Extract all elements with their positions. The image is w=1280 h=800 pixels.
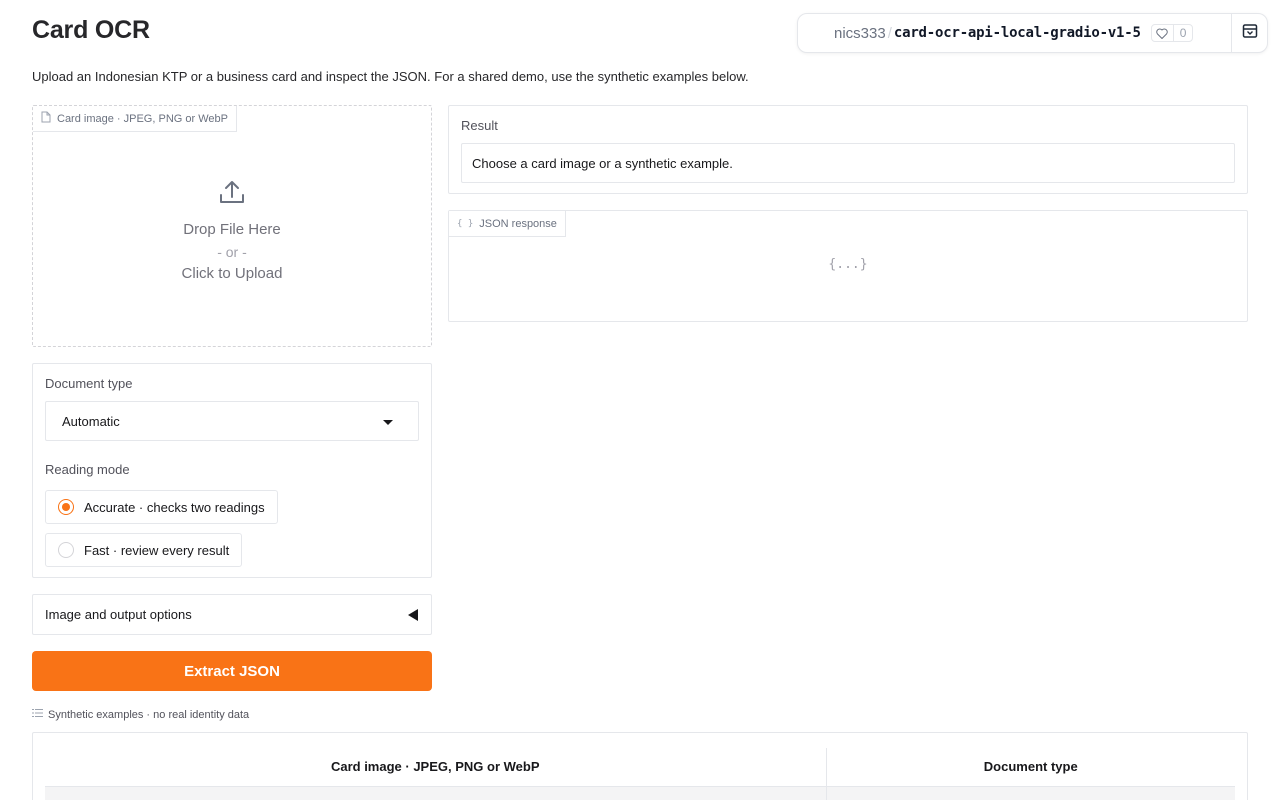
reading-mode-label: Reading mode	[45, 462, 130, 477]
json-empty-placeholder: {...}	[828, 257, 868, 272]
file-icon	[41, 111, 51, 126]
reading-mode-option-label: Accurate · checks two readings	[84, 499, 265, 515]
radio-unchecked-icon	[58, 542, 74, 558]
extract-json-button[interactable]: Extract JSON	[32, 651, 432, 691]
upload-label-text: Card image · JPEG, PNG or WebP	[57, 112, 228, 125]
json-braces-icon: { }	[457, 218, 474, 229]
result-panel: Result Choose a card image or a syntheti…	[448, 105, 1248, 194]
upload-dropzone[interactable]: Drop File Here - or - Click to Upload	[33, 178, 431, 282]
click-to-upload-text: Click to Upload	[181, 265, 283, 282]
reading-mode-fast-radio[interactable]: Fast · review every result	[45, 533, 243, 567]
document-type-select[interactable]: Automatic	[45, 401, 419, 441]
json-block-label: { } JSON response	[449, 211, 566, 237]
space-name-link[interactable]: card-ocr-api-local-gradio-v1-5	[894, 25, 1141, 41]
panel-menu-button[interactable]	[1232, 14, 1268, 52]
like-count: 0	[1179, 26, 1187, 40]
upload-block-label: Card image · JPEG, PNG or WebP	[33, 106, 237, 132]
example-cell	[45, 786, 826, 800]
examples-label: Synthetic examples · no real identity da…	[32, 708, 249, 721]
or-text: - or -	[217, 244, 247, 260]
json-response-panel: { } JSON response {...}	[448, 210, 1248, 322]
drop-file-text: Drop File Here	[183, 221, 281, 238]
heart-icon	[1152, 25, 1174, 41]
card-image-upload[interactable]: Card image · JPEG, PNG or WebP Drop File…	[32, 105, 432, 347]
path-separator: /	[887, 24, 892, 42]
example-row[interactable]	[45, 786, 1235, 800]
space-header: nics333 / card-ocr-api-local-gradio-v1-5…	[797, 13, 1268, 53]
dropdown-caret-icon	[383, 420, 393, 425]
upload-icon	[218, 178, 246, 211]
accordion-label: Image and output options	[45, 607, 192, 622]
collapse-arrow-icon	[408, 609, 418, 621]
reading-mode-accurate-radio[interactable]: Accurate · checks two readings	[45, 490, 278, 524]
options-panel: Document type Automatic Reading mode Acc…	[32, 363, 432, 578]
page-title: Card OCR	[32, 16, 150, 44]
examples-panel: Card image · JPEG, PNG or WebP Document …	[32, 732, 1248, 800]
example-cell	[825, 786, 1235, 800]
examples-header-card-image: Card image · JPEG, PNG or WebP	[45, 748, 826, 787]
list-icon	[32, 708, 43, 721]
result-label: Result	[461, 118, 498, 133]
page-description: Upload an Indonesian KTP or a business c…	[32, 69, 749, 84]
examples-table: Card image · JPEG, PNG or WebP Document …	[45, 748, 1235, 800]
document-type-value: Automatic	[62, 413, 120, 429]
examples-label-text: Synthetic examples · no real identity da…	[48, 708, 250, 721]
examples-header-document-type: Document type	[825, 748, 1235, 787]
like-button[interactable]: 0	[1150, 24, 1194, 42]
result-textbox[interactable]: Choose a card image or a synthetic examp…	[461, 143, 1235, 183]
result-value: Choose a card image or a synthetic examp…	[472, 155, 733, 171]
image-output-options-accordion[interactable]: Image and output options	[32, 594, 432, 635]
document-type-label: Document type	[45, 376, 133, 391]
panel-icon	[1242, 23, 1258, 44]
reading-mode-option-label: Fast · review every result	[84, 542, 230, 558]
json-label-text: JSON response	[479, 217, 557, 230]
radio-checked-icon	[58, 499, 74, 515]
space-owner-link[interactable]: nics333	[834, 25, 886, 42]
